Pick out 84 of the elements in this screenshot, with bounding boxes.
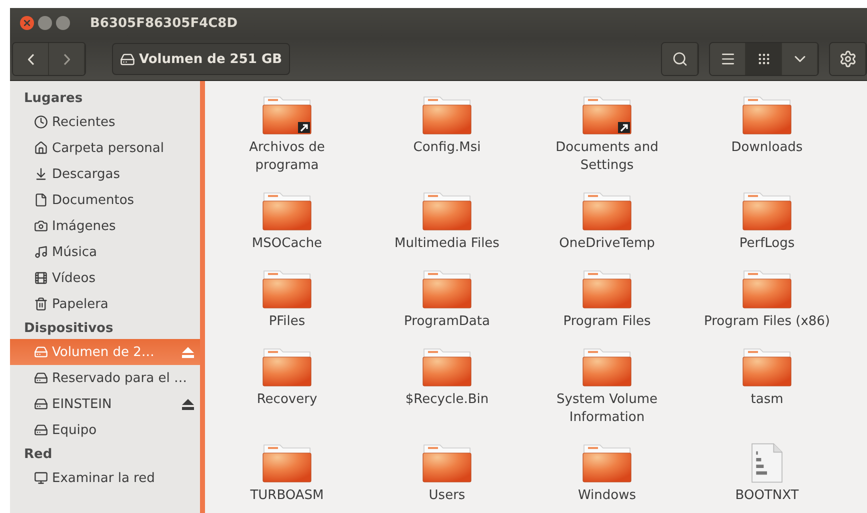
close-button[interactable] [20,16,34,30]
list-view-button[interactable] [710,43,746,75]
document-icon [34,193,48,207]
eject-icon[interactable] [182,398,194,410]
sidebar-item[interactable]: EINSTEIN [10,391,200,417]
settings-button[interactable] [830,43,866,75]
file-name[interactable]: TURBOASM [217,487,357,505]
folder-icon [582,443,632,483]
folder-icon [422,347,472,387]
forward-icon [64,54,70,64]
folder-icon [422,191,472,231]
grid-view-button[interactable] [746,43,782,75]
file-name[interactable]: Config.Msi [377,139,517,157]
folder-icon [742,269,792,309]
file-name[interactable]: OneDriveTemp [537,235,677,253]
folder-icon [262,443,312,483]
folder-icon [582,347,632,387]
close-icon [24,20,30,26]
music-icon [34,245,48,259]
minimize-button[interactable] [38,16,52,30]
folder-icon [422,95,472,135]
clock-icon [34,115,48,129]
maximize-button[interactable] [56,16,70,30]
camera-icon [34,219,48,233]
sidebar-item[interactable]: Vídeos [10,265,200,291]
folder-icon [742,191,792,231]
folder-icon [422,443,472,483]
file-name[interactable]: Downloads [697,139,837,157]
folder-icon [422,269,472,309]
file-name[interactable]: PerfLogs [697,235,837,253]
file-name[interactable]: Program Files [537,313,677,331]
network-icon [34,471,48,485]
drive-icon [34,397,48,411]
file-name[interactable]: $Recycle.Bin [377,391,517,409]
folder-shortcut-icon [582,95,632,135]
file-name[interactable]: Multimedia Files [377,235,517,253]
folder-icon [742,347,792,387]
window-title: B6305F86305F4C8D [90,16,238,30]
folder-icon [742,95,792,135]
file-name[interactable]: BOOTNXT [697,487,837,505]
list-icon [720,51,736,67]
sidebar-item[interactable]: Documentos [10,187,200,213]
trash-icon [34,297,48,311]
section-heading: Dispositivos [23,320,114,338]
sidebar-item[interactable]: Música [10,239,200,265]
back-button[interactable] [13,43,49,75]
sidebar-item[interactable]: Examinar la red [10,465,200,491]
grid-icon [756,52,770,66]
file-name[interactable]: Archivos de programa [217,139,357,175]
file-name[interactable]: Program Files (x86) [697,313,837,331]
file-name[interactable]: System Volume Information [537,391,677,427]
file-name[interactable]: ProgramData [377,313,517,331]
file-name[interactable]: MSOCache [217,235,357,253]
file-name[interactable]: PFiles [217,313,357,331]
back-icon [28,54,34,64]
file-name[interactable]: Users [377,487,517,505]
sidebar-item[interactable]: Imágenes [10,213,200,239]
sidebar-item[interactable]: Equipo [10,417,200,443]
gear-icon [838,50,856,68]
download-icon [34,167,48,181]
binary-file-icon [750,443,784,483]
folder-icon [582,269,632,309]
section-heading: Lugares [23,90,84,108]
sidebar-item[interactable]: Descargas [10,161,200,187]
folder-icon [262,269,312,309]
section-heading: Red [23,446,54,464]
search-button[interactable] [662,43,698,75]
sidebar-item[interactable]: Carpeta personal [10,135,200,161]
file-name[interactable]: Recovery [217,391,357,409]
home-icon [34,141,48,155]
forward-button[interactable] [49,43,85,75]
sidebar-item[interactable]: Papelera [10,291,200,317]
folder-icon [262,347,312,387]
file-name[interactable]: Documents and Settings [537,139,677,175]
file-name[interactable]: tasm [697,391,837,409]
folder-icon [582,191,632,231]
folder-icon [262,191,312,231]
sidebar-item[interactable]: Reservado para el … [10,365,200,391]
file-name[interactable]: Windows [537,487,677,505]
folder-shortcut-icon [262,95,312,135]
path-button[interactable]: Volumen de 251 GB [112,43,290,75]
sidebar-item[interactable]: Recientes [10,109,200,135]
film-icon [34,271,48,285]
search-icon [672,51,688,67]
